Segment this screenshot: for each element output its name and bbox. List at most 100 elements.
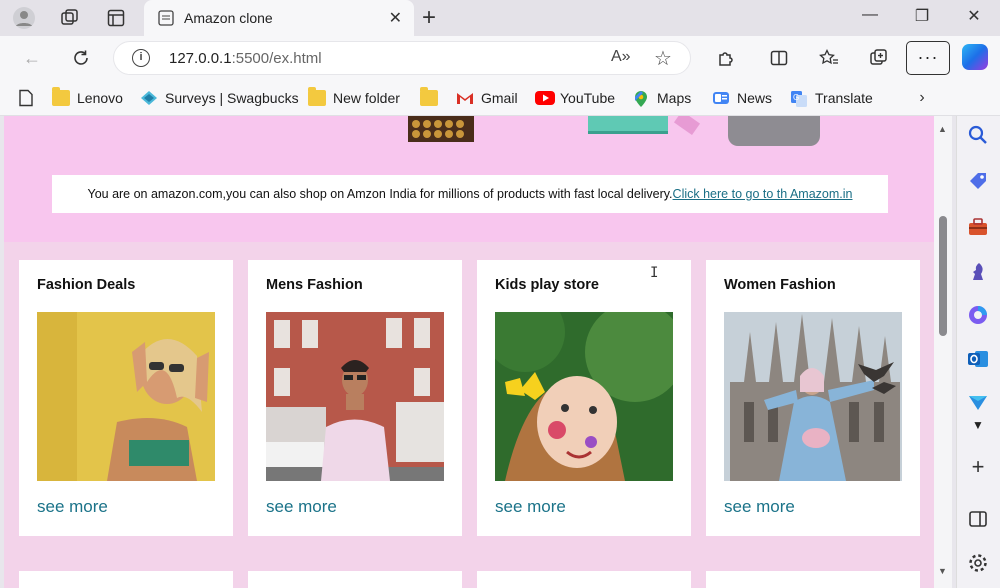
bookmark-label: Surveys | Swagbucks <box>165 90 299 106</box>
tab-close-icon[interactable]: ✕ <box>389 8 402 28</box>
next-row-card <box>706 571 920 588</box>
card-title: Mens Fashion <box>266 277 363 293</box>
card-title: Fashion Deals <box>37 277 136 293</box>
product-card: Women Fashion see more <box>706 260 920 536</box>
chevron-right-icon[interactable]: › <box>910 86 934 110</box>
navigation-bar: ← i 127.0.0.1:5500/ex.html A» ☆ ··· <box>0 36 1000 80</box>
games-chess-icon[interactable] <box>967 260 989 282</box>
bookmark-label: YouTube <box>560 90 616 106</box>
minimize-button[interactable]: — <box>858 6 882 30</box>
amazon-india-notice: You are on amazon.com,you can also shop … <box>52 175 888 213</box>
favorite-star-icon[interactable]: ☆ <box>654 46 672 71</box>
read-aloud-icon[interactable]: A» <box>611 48 631 66</box>
bookmark-label: New folder <box>333 90 400 106</box>
next-row-card <box>19 571 233 588</box>
bookmark-news[interactable]: News <box>712 88 772 108</box>
pink-pen-image <box>673 116 701 136</box>
see-more-link[interactable]: see more <box>724 497 795 517</box>
bookmark-label: Gmail <box>481 90 518 106</box>
bookmark-label: Maps <box>657 90 692 106</box>
microsoft-365-icon[interactable] <box>967 304 989 326</box>
text-cursor-icon: I <box>650 265 659 281</box>
address-bar[interactable]: i 127.0.0.1:5500/ex.html A» ☆ <box>113 41 691 75</box>
search-icon[interactable] <box>967 124 989 146</box>
extensions-icon[interactable] <box>714 46 738 70</box>
gear-icon[interactable] <box>967 552 989 574</box>
favorites-icon[interactable] <box>817 46 841 70</box>
page-viewport: You are on amazon.com,you can also shop … <box>4 116 934 588</box>
bookmark-gmail[interactable]: Gmail <box>456 88 518 108</box>
news-icon <box>712 90 730 106</box>
swagbucks-icon <box>140 90 158 106</box>
edge-sidebar: ▼ + <box>956 116 1000 588</box>
amazon-india-link[interactable]: Click here to go to th Amazom.in <box>673 187 853 201</box>
folder-icon <box>52 87 70 106</box>
tab-amazon-clone[interactable]: Amazon clone ✕ <box>144 0 414 37</box>
bookmark-swagbucks[interactable]: Surveys | Swagbucks <box>140 88 299 108</box>
shopping-tag-icon[interactable] <box>967 170 989 192</box>
page-favicon-icon <box>158 10 174 26</box>
bookmark-new-folder[interactable]: New folder <box>308 87 400 108</box>
maps-icon <box>632 90 650 107</box>
profile-icon[interactable] <box>12 6 36 30</box>
scroll-up-icon[interactable]: ▲ <box>938 124 947 134</box>
url-text[interactable]: 127.0.0.1:5500/ex.html <box>169 50 322 67</box>
youtube-icon <box>535 90 555 106</box>
card-title: Women Fashion <box>724 277 836 293</box>
copilot-icon[interactable] <box>962 44 988 70</box>
close-window-button[interactable]: ✕ <box>962 6 986 30</box>
bookmark-lenovo[interactable]: Lenovo <box>52 87 123 108</box>
settings-and-more-button[interactable]: ··· <box>906 41 950 75</box>
product-card: Mens Fashion see more <box>248 260 462 536</box>
bookmark-youtube[interactable]: YouTube <box>535 88 615 108</box>
scrollbar-thumb[interactable] <box>939 216 947 336</box>
scroll-down-icon[interactable]: ▼ <box>938 566 947 576</box>
maximize-button[interactable]: ❐ <box>910 6 934 30</box>
reading-list-icon[interactable] <box>14 86 38 110</box>
tab-actions-icon[interactable] <box>104 6 128 30</box>
see-more-link[interactable]: see more <box>266 497 337 517</box>
collections-icon[interactable] <box>867 46 891 70</box>
refresh-icon[interactable] <box>69 46 93 70</box>
fashion-deals-image[interactable] <box>37 312 215 481</box>
split-screen-icon[interactable] <box>767 46 791 70</box>
mens-fashion-image[interactable] <box>266 312 444 481</box>
tab-title: Amazon clone <box>184 10 273 26</box>
bookmark-translate[interactable]: G Translate <box>790 88 873 108</box>
folder-icon <box>420 87 438 106</box>
site-info-icon[interactable]: i <box>132 49 150 67</box>
notice-text: You are on amazon.com,you can also shop … <box>87 187 673 201</box>
new-tab-button[interactable]: + <box>422 4 436 32</box>
page-scrollbar[interactable]: ▲ ▼ <box>934 116 952 588</box>
sidebar-toggle-icon[interactable] <box>967 508 989 530</box>
kids-play-store-image[interactable] <box>495 312 673 481</box>
url-path: :5500/ex.html <box>231 50 322 67</box>
card-title: Kids play store <box>495 277 599 293</box>
add-icon[interactable]: + <box>967 456 989 478</box>
outlook-icon[interactable] <box>967 348 989 370</box>
see-more-link[interactable]: see more <box>37 497 108 517</box>
workspaces-icon[interactable] <box>58 6 82 30</box>
see-more-link[interactable]: see more <box>495 497 566 517</box>
bookmark-label: Translate <box>815 90 873 106</box>
bookmark-label: Lenovo <box>77 90 123 106</box>
next-row-card <box>248 571 462 588</box>
bookmark-folder[interactable] <box>420 87 445 108</box>
bookmark-maps[interactable]: Maps <box>632 88 691 108</box>
product-card: Kids play store see more <box>477 260 691 536</box>
grey-fabric-image <box>728 116 820 146</box>
svg-text:G: G <box>793 93 799 102</box>
url-host: 127.0.0.1 <box>169 50 232 67</box>
hero-banner: You are on amazon.com,you can also shop … <box>4 116 934 242</box>
bookmarks-bar: Lenovo Surveys | Swagbucks New folder Gm… <box>0 80 1000 116</box>
send-arrow-icon[interactable] <box>967 392 989 414</box>
women-fashion-image[interactable] <box>724 312 902 481</box>
product-card: Fashion Deals see more <box>19 260 233 536</box>
chevron-down-icon[interactable]: ▼ <box>967 418 989 440</box>
bookmark-label: News <box>737 90 773 106</box>
next-row-card <box>477 571 691 588</box>
teal-box-image <box>588 116 668 134</box>
toolbox-icon[interactable] <box>967 216 989 238</box>
translate-icon: G <box>790 90 808 107</box>
back-icon[interactable]: ← <box>20 46 44 70</box>
